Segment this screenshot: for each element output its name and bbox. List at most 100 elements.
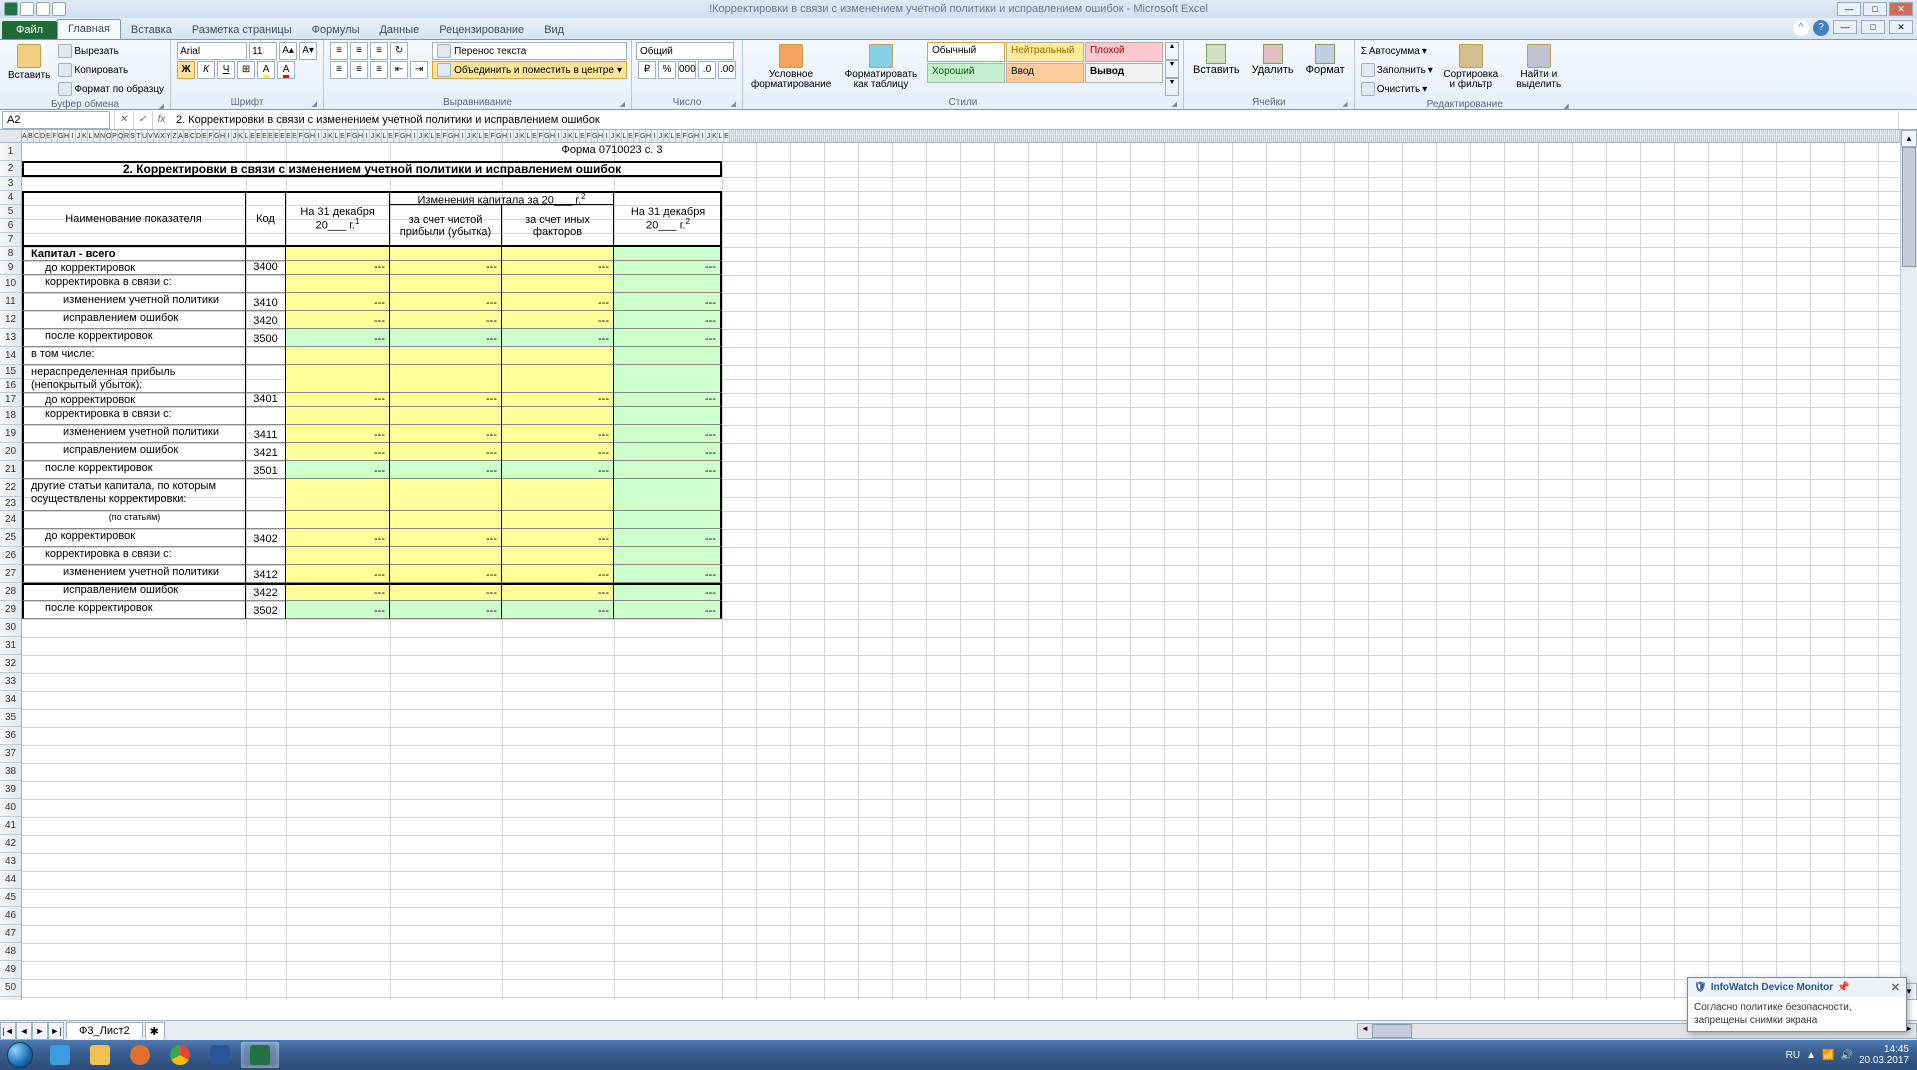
row-value[interactable]: --- bbox=[502, 261, 614, 275]
border-button[interactable]: ⊞ bbox=[237, 61, 255, 79]
name-box[interactable] bbox=[2, 111, 110, 129]
hscroll-thumb[interactable] bbox=[1372, 1024, 1412, 1038]
task-media[interactable] bbox=[121, 1042, 159, 1068]
row-value[interactable]: --- bbox=[286, 425, 390, 443]
style-scroll-up[interactable]: ▲ bbox=[1165, 42, 1179, 60]
row-value[interactable]: --- bbox=[502, 601, 614, 619]
row-value[interactable] bbox=[286, 511, 390, 529]
save-icon[interactable] bbox=[20, 2, 34, 16]
row-value[interactable] bbox=[390, 479, 502, 511]
row-value[interactable]: --- bbox=[614, 443, 722, 461]
row-value[interactable]: --- bbox=[614, 311, 722, 329]
orientation-button[interactable]: ↻ bbox=[390, 42, 408, 60]
row-value[interactable]: --- bbox=[614, 601, 722, 619]
autosum-button[interactable]: ΣАвтосумма▾ bbox=[1359, 42, 1435, 60]
lang-indicator[interactable]: RU bbox=[1786, 1050, 1800, 1061]
row-value[interactable] bbox=[614, 479, 722, 511]
spreadsheet-grid[interactable]: ABCDEFGHIJKLMNOPQRSTUVWXYZABCDEFGHIJKLEE… bbox=[0, 130, 1917, 1000]
tray-flag-icon[interactable]: ▲ bbox=[1806, 1050, 1816, 1061]
row-value[interactable]: --- bbox=[286, 583, 390, 601]
tab-insert[interactable]: Вставка bbox=[121, 21, 182, 39]
tab-data[interactable]: Данные bbox=[369, 21, 429, 39]
italic-button[interactable]: К bbox=[197, 61, 215, 79]
align-top-button[interactable]: ≡ bbox=[330, 42, 348, 60]
style-output[interactable]: Вывод bbox=[1085, 63, 1163, 83]
row-value[interactable]: --- bbox=[390, 293, 502, 311]
next-sheet-button[interactable]: ► bbox=[32, 1022, 48, 1040]
row-value[interactable] bbox=[502, 479, 614, 511]
bold-button[interactable]: Ж bbox=[177, 61, 195, 79]
row-value[interactable] bbox=[286, 547, 390, 565]
row-value[interactable]: --- bbox=[286, 461, 390, 479]
undo-icon[interactable] bbox=[36, 2, 50, 16]
row-value[interactable]: --- bbox=[614, 461, 722, 479]
row-value[interactable] bbox=[502, 511, 614, 529]
paste-button[interactable]: Вставить bbox=[4, 42, 54, 98]
row-value[interactable]: --- bbox=[390, 529, 502, 547]
find-select-button[interactable]: Найти и выделить bbox=[1507, 42, 1571, 98]
row-value[interactable]: --- bbox=[286, 293, 390, 311]
row-value[interactable]: --- bbox=[390, 425, 502, 443]
row-value[interactable] bbox=[390, 247, 502, 261]
font-name-select[interactable] bbox=[177, 42, 247, 60]
sort-filter-button[interactable]: Сортировка и фильтр bbox=[1437, 42, 1505, 98]
task-excel[interactable] bbox=[241, 1042, 279, 1068]
row-value[interactable]: --- bbox=[390, 261, 502, 275]
row-value[interactable]: --- bbox=[286, 393, 390, 407]
cancel-formula-icon[interactable]: ✕ bbox=[114, 111, 132, 129]
row-value[interactable]: --- bbox=[614, 425, 722, 443]
formula-input[interactable] bbox=[172, 111, 1898, 129]
row-value[interactable]: --- bbox=[502, 311, 614, 329]
number-format-select[interactable] bbox=[636, 42, 734, 60]
file-tab[interactable]: Файл bbox=[2, 21, 57, 39]
last-sheet-button[interactable]: ►| bbox=[48, 1022, 64, 1040]
fill-button[interactable]: Заполнить▾ bbox=[1359, 61, 1435, 79]
row-value[interactable]: --- bbox=[390, 461, 502, 479]
row-value[interactable]: --- bbox=[502, 529, 614, 547]
row-value[interactable]: --- bbox=[390, 583, 502, 601]
style-scroll-down[interactable]: ▼ bbox=[1165, 60, 1179, 78]
row-value[interactable]: --- bbox=[286, 529, 390, 547]
help-icon[interactable]: ? bbox=[1813, 20, 1829, 36]
close-button[interactable]: ✕ bbox=[1889, 2, 1913, 16]
decrease-font-button[interactable]: A▾ bbox=[299, 42, 317, 60]
enter-formula-icon[interactable]: ✓ bbox=[133, 111, 151, 129]
minimize-button[interactable]: — bbox=[1837, 2, 1861, 16]
new-sheet-button[interactable]: ✱ bbox=[145, 1022, 165, 1040]
wrap-text-button[interactable]: Перенос текста bbox=[432, 42, 627, 60]
font-size-select[interactable] bbox=[249, 42, 277, 60]
row-value[interactable]: --- bbox=[614, 565, 722, 583]
row-value[interactable] bbox=[614, 547, 722, 565]
row-value[interactable]: --- bbox=[286, 329, 390, 347]
format-as-table-button[interactable]: Форматировать как таблицу bbox=[837, 42, 925, 96]
row-value[interactable] bbox=[286, 407, 390, 425]
first-sheet-button[interactable]: |◄ bbox=[0, 1022, 16, 1040]
doc-minimize-button[interactable]: — bbox=[1833, 20, 1857, 34]
increase-decimal-button[interactable]: .0 bbox=[698, 61, 716, 79]
row-value[interactable]: --- bbox=[502, 565, 614, 583]
row-value[interactable]: --- bbox=[390, 311, 502, 329]
cut-button[interactable]: Вырезать bbox=[56, 42, 166, 60]
task-outlook[interactable] bbox=[201, 1042, 239, 1068]
row-value[interactable]: --- bbox=[502, 425, 614, 443]
row-value[interactable]: --- bbox=[286, 443, 390, 461]
row-value[interactable] bbox=[390, 547, 502, 565]
scroll-thumb[interactable] bbox=[1902, 147, 1916, 267]
increase-indent-button[interactable]: ⇥ bbox=[410, 61, 428, 79]
minimize-ribbon-icon[interactable]: ^ bbox=[1793, 20, 1809, 36]
align-middle-button[interactable]: ≡ bbox=[350, 42, 368, 60]
row-value[interactable] bbox=[614, 407, 722, 425]
style-bad[interactable]: Плохой bbox=[1085, 42, 1163, 62]
popup-close-button[interactable]: ✕ bbox=[1891, 981, 1900, 994]
row-value[interactable] bbox=[390, 365, 502, 393]
row-value[interactable] bbox=[286, 347, 390, 365]
row-value[interactable]: --- bbox=[502, 443, 614, 461]
style-more[interactable]: ▼ bbox=[1165, 78, 1179, 96]
format-painter-button[interactable]: Формат по образцу bbox=[56, 80, 166, 98]
row-value[interactable] bbox=[390, 407, 502, 425]
row-value[interactable]: --- bbox=[502, 461, 614, 479]
row-value[interactable] bbox=[614, 511, 722, 529]
style-input[interactable]: Ввод bbox=[1006, 63, 1084, 83]
tab-formulas[interactable]: Формулы bbox=[302, 21, 370, 39]
insert-cells-button[interactable]: Вставить bbox=[1188, 42, 1245, 96]
